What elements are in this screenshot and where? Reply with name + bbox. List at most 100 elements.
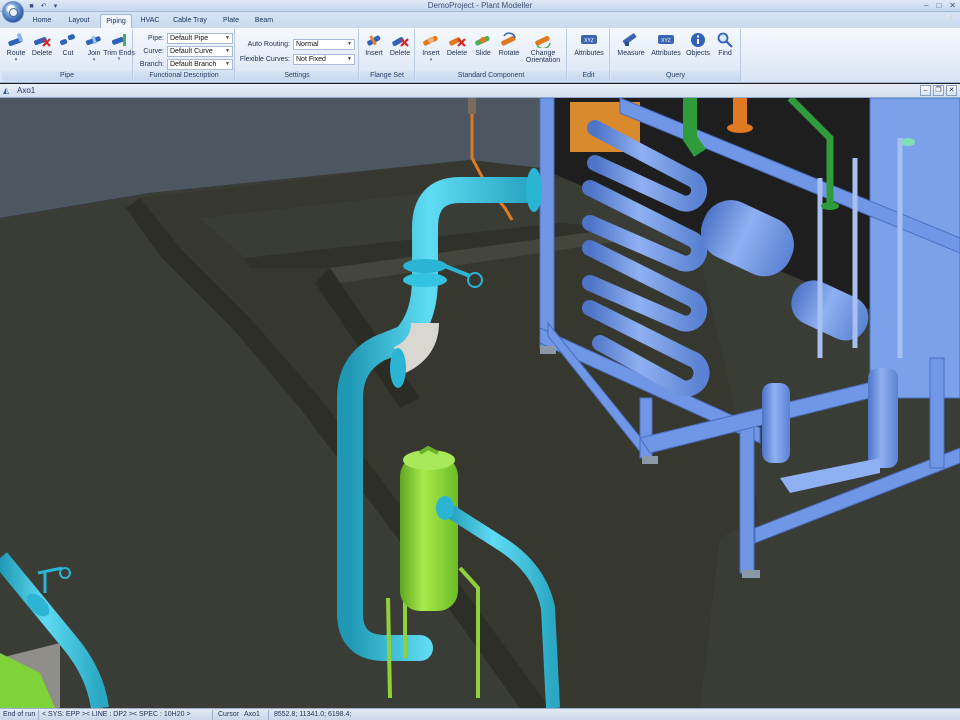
valve-handwheel [901,138,915,146]
component-insert-button[interactable]: Insert ▾ [418,32,444,63]
green-process-pipe [683,98,706,157]
pipe-delete-button[interactable]: Delete [29,32,55,58]
status-separator [212,710,213,720]
change-orientation-button[interactable]: Change Orientation [524,32,562,64]
pipe-flange [526,168,542,212]
structure-leg [739,417,755,574]
group-settings: Auto Routing: Normal ▼ Flexible Curves: N… [236,29,359,81]
doc-minimize-icon[interactable]: – [920,85,931,96]
tab-home[interactable]: Home [26,14,58,28]
pump-casing [868,368,898,468]
window-title: DemoProject - Plant Modeller [427,1,533,10]
status-coordinates: 8552.8; 11341.0; 6198.4; [274,711,352,718]
flange-delete-button[interactable]: Delete [387,32,413,58]
search-icon [717,32,733,48]
flexible-curves-row: Flexible Curves: Not Fixed ▼ [238,53,355,65]
trim-ends-icon [111,34,126,46]
group-settings-label: Settings [236,71,358,81]
curve-select[interactable]: Default Curve ▼ [167,45,233,57]
document-header: ◭ Axo1 – ❐ ✕ [0,84,960,98]
base-plate [642,456,658,464]
tab-beam[interactable]: Beam [250,14,278,28]
rotate-button[interactable]: Rotate [496,32,522,58]
green-vessel[interactable] [400,456,458,611]
chevron-down-icon: ▼ [225,34,230,41]
view-icon: ◭ [3,86,10,95]
route-button[interactable]: Route ▾ [3,32,29,63]
doc-restore-icon[interactable]: ❐ [933,85,944,96]
group-query: Measure XYZ Attributes Objects Find Quer… [611,29,741,81]
tab-piping[interactable]: Piping [100,14,132,28]
status-bar: End of run < SYS: EPP >< LINE : DP2 >< S… [0,708,960,720]
join-pipe-icon [86,35,101,46]
tab-layout[interactable]: Layout [62,14,96,28]
component-delete-icon [449,37,466,47]
status-state: End of run [3,711,36,718]
pipe-field-row: Pipe: Default Pipe ▼ [136,32,233,44]
pipe-flange [403,259,447,273]
status-separator [268,710,269,720]
tab-plate[interactable]: Plate [216,14,246,28]
wall-column [468,98,476,114]
svg-text:XYZ: XYZ [661,38,671,44]
pump-casing [762,383,790,463]
help-icon[interactable]: ❔ [944,15,954,24]
change-orientation-icon [535,35,551,48]
flange-insert-button[interactable]: Insert [361,32,387,58]
branch-select[interactable]: Default Branch ▼ [167,58,233,70]
tab-cable-tray[interactable]: Cable Tray [168,14,212,28]
status-separator [38,710,39,720]
structure-leg [929,357,945,469]
cut-pipe-icon [60,34,75,46]
objects-button[interactable]: Objects [684,32,712,58]
close-icon[interactable]: ✕ [949,1,956,10]
auto-routing-select[interactable]: Normal ▼ [293,38,355,50]
doc-close-icon[interactable]: ✕ [946,85,957,96]
curve-field-row: Curve: Default Curve ▼ [136,45,233,57]
info-icon [691,33,705,47]
group-flange-set-label: Flange Set [360,71,414,81]
structure-panel [869,98,960,399]
edit-attributes-button[interactable]: XYZ Attributes [569,32,609,58]
trim-ends-button[interactable]: Trim Ends ▾ [103,32,135,62]
join-dropdown-icon: ▾ [92,57,96,63]
join-button[interactable]: Join ▾ [81,32,107,63]
pipe-flange [390,348,406,388]
find-button[interactable]: Find [712,32,738,58]
pipe-select[interactable]: Default Pipe ▼ [167,32,233,44]
application-menu-button[interactable] [2,1,24,23]
flexible-curves-select[interactable]: Not Fixed ▼ [293,53,355,65]
maximize-icon[interactable]: □ [936,1,941,10]
route-icon [8,32,24,46]
component-delete-button[interactable]: Delete [444,32,470,58]
route-dropdown-icon: ▾ [14,57,18,63]
status-cursor-view: Axo1 [244,711,260,718]
vessel-head [403,450,455,470]
cut-button[interactable]: Cut [55,32,81,58]
flange-insert-icon [367,35,381,46]
base-plate [540,346,556,354]
structure-column [539,98,555,349]
group-query-label: Query [611,71,740,81]
minimize-icon[interactable]: – [924,1,928,10]
svg-text:XYZ: XYZ [584,38,594,44]
document-controls: – ❐ ✕ [920,85,957,96]
component-insert-dropdown-icon: ▾ [429,57,433,63]
group-edit-label: Edit [568,71,609,81]
pipe-flange [436,496,454,520]
3d-viewport[interactable] [0,98,960,708]
slide-button[interactable]: Slide [470,32,496,58]
group-pipe: Route ▾ Delete Cut Join ▾ Trim Ends ▾ Pi… [2,29,135,81]
rotate-icon [501,32,516,46]
plant-model-scene [0,98,960,708]
chevron-down-icon: ▼ [225,47,230,54]
pipe-flange [403,273,447,287]
orange-flange [727,123,753,133]
trim-ends-dropdown-icon: ▾ [117,56,121,62]
tab-hvac[interactable]: HVAC [136,14,164,28]
branch-field-row: Branch: Default Branch ▼ [136,58,233,70]
group-functional-description-label: Functional Description [134,71,234,81]
measure-button[interactable]: Measure [614,32,648,58]
group-flange-set: Insert Delete Flange Set [360,29,415,81]
query-attributes-button[interactable]: XYZ Attributes [648,32,684,58]
